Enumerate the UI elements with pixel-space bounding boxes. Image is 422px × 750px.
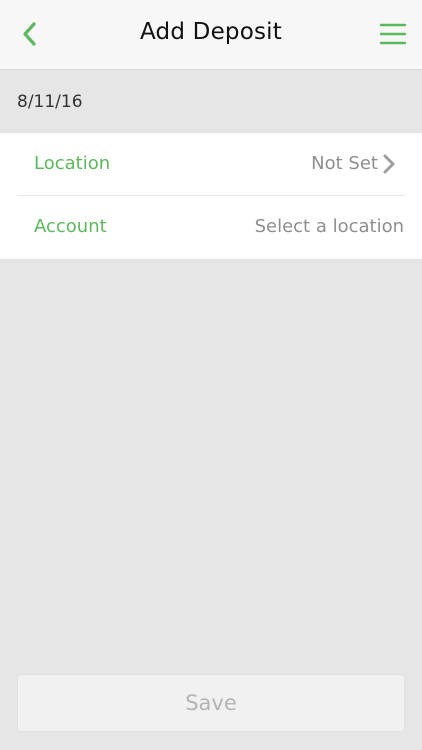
account-label: Account [34,216,107,237]
account-row[interactable]: Account Select a location [0,196,422,258]
hamburger-menu-icon [379,23,407,45]
save-button[interactable]: Save [17,674,405,732]
deposit-date: 8/11/16 [17,92,83,112]
location-label: Location [34,153,111,174]
location-row[interactable]: Location Not Set [0,133,422,195]
menu-button[interactable] [378,20,408,50]
back-button[interactable] [14,16,50,52]
location-value: Not Set [311,153,378,174]
deposit-form: Location Not Set Account Select a locati… [0,133,422,259]
date-header: 8/11/16 [0,70,422,133]
chevron-right-icon [383,154,395,174]
save-button-label: Save [185,691,237,715]
chevron-left-icon [23,22,36,46]
account-value: Select a location [254,216,404,237]
page-title: Add Deposit [140,19,282,45]
navigation-bar: Add Deposit [0,0,422,70]
